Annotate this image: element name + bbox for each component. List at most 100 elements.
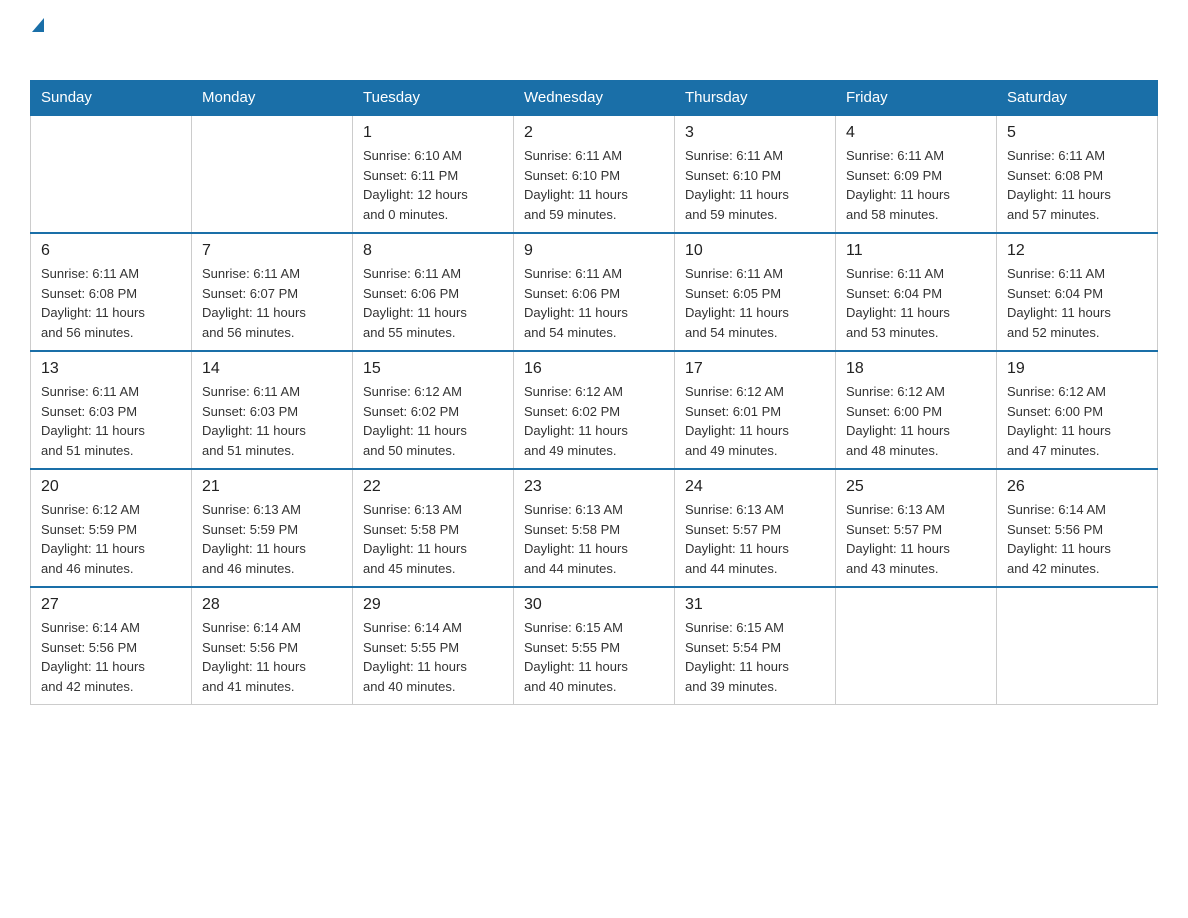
day-info: Sunrise: 6:11 AMSunset: 6:07 PMDaylight:… [202,264,342,342]
calendar-cell: 18 Sunrise: 6:12 AMSunset: 6:00 PMDayligh… [836,351,997,469]
day-info: Sunrise: 6:15 AMSunset: 5:54 PMDaylight:… [685,618,825,696]
calendar-cell: 9Sunrise: 6:11 AMSunset: 6:06 PMDaylight… [514,233,675,351]
calendar-week-row: 20 Sunrise: 6:12 AMSunset: 5:59 PMDayligh… [31,469,1158,587]
day-info: Sunrise: 6:11 AMSunset: 6:04 PMDaylight:… [846,264,986,342]
calendar-cell: 8 Sunrise: 6:11 AMSunset: 6:06 PMDaylight… [353,233,514,351]
calendar-cell: 23 Sunrise: 6:13 AMSunset: 5:58 PMDayligh… [514,469,675,587]
calendar-header-thursday: Thursday [675,81,836,116]
day-number: 3 [685,124,825,142]
day-number: 12 [1007,242,1147,260]
day-number: 11 [846,242,986,260]
day-info: Sunrise: 6:11 AMSunset: 6:06 PMDaylight:… [363,264,503,342]
calendar-cell: 20 Sunrise: 6:12 AMSunset: 5:59 PMDayligh… [31,469,192,587]
calendar-cell: 14 Sunrise: 6:11 AMSunset: 6:03 PMDayligh… [192,351,353,469]
calendar-cell: 17 Sunrise: 6:12 AMSunset: 6:01 PMDayligh… [675,351,836,469]
day-number: 15 [363,360,503,378]
calendar-table: SundayMondayTuesdayWednesdayThursdayFrid… [30,80,1158,705]
day-info: Sunrise: 6:13 AMSunset: 5:58 PMDaylight:… [524,500,664,578]
day-number: 8 [363,242,503,260]
calendar-cell: 28Sunrise: 6:14 AMSunset: 5:56 PMDayligh… [192,587,353,705]
day-info: Sunrise: 6:12 AMSunset: 6:00 PMDaylight:… [1007,382,1147,460]
day-number: 4 [846,124,986,142]
calendar-cell: 31 Sunrise: 6:15 AMSunset: 5:54 PMDayligh… [675,587,836,705]
calendar-cell: 30 Sunrise: 6:15 AMSunset: 5:55 PMDayligh… [514,587,675,705]
day-info: Sunrise: 6:11 AMSunset: 6:04 PMDaylight:… [1007,264,1147,342]
day-number: 6 [41,242,181,260]
day-info: Sunrise: 6:12 AMSunset: 5:59 PMDaylight:… [41,500,181,578]
day-info: Sunrise: 6:12 AMSunset: 6:02 PMDaylight:… [524,382,664,460]
day-info: Sunrise: 6:14 AMSunset: 5:55 PMDaylight:… [363,618,503,696]
calendar-cell [836,587,997,705]
logo-triangle-icon [32,18,44,32]
day-number: 23 [524,478,664,496]
day-number: 26 [1007,478,1147,496]
day-info: Sunrise: 6:11 AMSunset: 6:03 PMDaylight:… [202,382,342,460]
calendar-cell: 27 Sunrise: 6:14 AMSunset: 5:56 PMDayligh… [31,587,192,705]
calendar-cell: 11 Sunrise: 6:11 AMSunset: 6:04 PMDayligh… [836,233,997,351]
calendar-cell: 13 Sunrise: 6:11 AMSunset: 6:03 PMDayligh… [31,351,192,469]
logo [30,20,60,62]
day-info: Sunrise: 6:13 AMSunset: 5:59 PMDaylight:… [202,500,342,578]
day-number: 17 [685,360,825,378]
calendar-cell: 19 Sunrise: 6:12 AMSunset: 6:00 PMDayligh… [997,351,1158,469]
calendar-week-row: 1 Sunrise: 6:10 AMSunset: 6:11 PMDaylight… [31,115,1158,233]
day-info: Sunrise: 6:13 AMSunset: 5:58 PMDaylight:… [363,500,503,578]
day-info: Sunrise: 6:11 AMSunset: 6:10 PMDaylight:… [524,146,664,224]
calendar-cell: 5Sunrise: 6:11 AMSunset: 6:08 PMDaylight… [997,115,1158,233]
calendar-cell: 12 Sunrise: 6:11 AMSunset: 6:04 PMDayligh… [997,233,1158,351]
day-number: 10 [685,242,825,260]
day-info: Sunrise: 6:12 AMSunset: 6:00 PMDaylight:… [846,382,986,460]
day-info: Sunrise: 6:14 AMSunset: 5:56 PMDaylight:… [41,618,181,696]
day-info: Sunrise: 6:11 AMSunset: 6:09 PMDaylight:… [846,146,986,224]
calendar-cell: 25 Sunrise: 6:13 AMSunset: 5:57 PMDayligh… [836,469,997,587]
day-info: Sunrise: 6:11 AMSunset: 6:03 PMDaylight:… [41,382,181,460]
calendar-header-saturday: Saturday [997,81,1158,116]
calendar-cell [31,115,192,233]
page-header [30,20,1158,62]
calendar-week-row: 6 Sunrise: 6:11 AMSunset: 6:08 PMDaylight… [31,233,1158,351]
calendar-week-row: 13 Sunrise: 6:11 AMSunset: 6:03 PMDayligh… [31,351,1158,469]
day-number: 13 [41,360,181,378]
day-info: Sunrise: 6:15 AMSunset: 5:55 PMDaylight:… [524,618,664,696]
day-info: Sunrise: 6:10 AMSunset: 6:11 PMDaylight:… [363,146,503,224]
day-info: Sunrise: 6:11 AMSunset: 6:08 PMDaylight:… [1007,146,1147,224]
calendar-cell: 15 Sunrise: 6:12 AMSunset: 6:02 PMDayligh… [353,351,514,469]
day-info: Sunrise: 6:13 AMSunset: 5:57 PMDaylight:… [685,500,825,578]
calendar-week-row: 27 Sunrise: 6:14 AMSunset: 5:56 PMDayligh… [31,587,1158,705]
day-info: Sunrise: 6:13 AMSunset: 5:57 PMDaylight:… [846,500,986,578]
day-number: 2 [524,124,664,142]
day-number: 27 [41,596,181,614]
day-number: 28 [202,596,342,614]
calendar-cell: 21 Sunrise: 6:13 AMSunset: 5:59 PMDayligh… [192,469,353,587]
day-info: Sunrise: 6:11 AMSunset: 6:06 PMDaylight:… [524,264,664,342]
calendar-cell: 6 Sunrise: 6:11 AMSunset: 6:08 PMDaylight… [31,233,192,351]
day-number: 16 [524,360,664,378]
calendar-header-wednesday: Wednesday [514,81,675,116]
day-number: 31 [685,596,825,614]
calendar-cell: 10 Sunrise: 6:11 AMSunset: 6:05 PMDayligh… [675,233,836,351]
day-number: 1 [363,124,503,142]
calendar-cell: 2 Sunrise: 6:11 AMSunset: 6:10 PMDaylight… [514,115,675,233]
day-number: 30 [524,596,664,614]
day-info: Sunrise: 6:11 AMSunset: 6:08 PMDaylight:… [41,264,181,342]
calendar-header-row: SundayMondayTuesdayWednesdayThursdayFrid… [31,81,1158,116]
day-number: 19 [1007,360,1147,378]
day-number: 21 [202,478,342,496]
calendar-cell: 24Sunrise: 6:13 AMSunset: 5:57 PMDayligh… [675,469,836,587]
day-info: Sunrise: 6:11 AMSunset: 6:05 PMDaylight:… [685,264,825,342]
calendar-cell: 3 Sunrise: 6:11 AMSunset: 6:10 PMDaylight… [675,115,836,233]
day-number: 7 [202,242,342,260]
day-number: 18 [846,360,986,378]
calendar-header-sunday: Sunday [31,81,192,116]
calendar-cell [192,115,353,233]
calendar-cell: 29Sunrise: 6:14 AMSunset: 5:55 PMDayligh… [353,587,514,705]
calendar-header-tuesday: Tuesday [353,81,514,116]
day-info: Sunrise: 6:14 AMSunset: 5:56 PMDaylight:… [1007,500,1147,578]
day-number: 20 [41,478,181,496]
day-info: Sunrise: 6:12 AMSunset: 6:02 PMDaylight:… [363,382,503,460]
day-info: Sunrise: 6:12 AMSunset: 6:01 PMDaylight:… [685,382,825,460]
day-number: 25 [846,478,986,496]
day-number: 14 [202,360,342,378]
calendar-cell: 4 Sunrise: 6:11 AMSunset: 6:09 PMDaylight… [836,115,997,233]
day-info: Sunrise: 6:11 AMSunset: 6:10 PMDaylight:… [685,146,825,224]
